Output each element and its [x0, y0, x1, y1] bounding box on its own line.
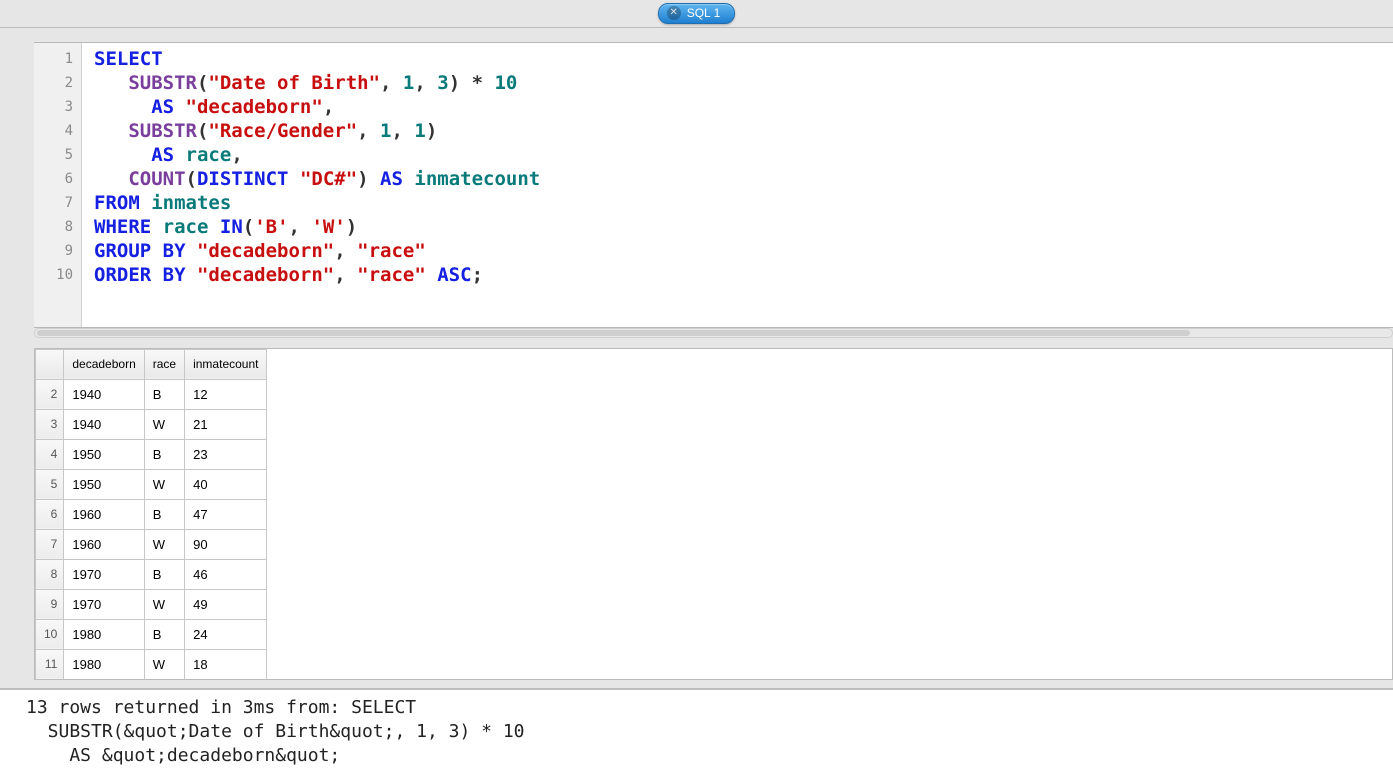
table-row[interactable]: 71960W90 — [36, 529, 267, 559]
cell[interactable]: W — [144, 529, 184, 559]
results-table[interactable]: decadebornraceinmatecount21940B1231940W2… — [35, 349, 267, 680]
line-number: 1 — [34, 47, 73, 71]
cell[interactable]: 24 — [185, 619, 267, 649]
table-row[interactable]: 51950W40 — [36, 469, 267, 499]
tab-sql1[interactable]: ✕ SQL 1 — [658, 3, 736, 24]
row-number-header — [36, 349, 64, 379]
table-row[interactable]: 21940B12 — [36, 379, 267, 409]
code-line: SUBSTR("Date of Birth", 1, 3) * 10 — [94, 71, 1381, 95]
sql-editor-pane: 12345678910 SELECT SUBSTR("Date of Birth… — [0, 42, 1393, 338]
cell[interactable]: W — [144, 649, 184, 679]
row-number: 3 — [36, 409, 64, 439]
cell[interactable]: 1950 — [64, 439, 144, 469]
table-row[interactable]: 91970W49 — [36, 589, 267, 619]
tab-bar: ✕ SQL 1 — [0, 0, 1393, 28]
line-gutter: 12345678910 — [34, 43, 82, 327]
row-number: 7 — [36, 529, 64, 559]
row-number: 10 — [36, 619, 64, 649]
results-pane: decadebornraceinmatecount21940B1231940W2… — [34, 348, 1393, 680]
cell[interactable]: 1940 — [64, 379, 144, 409]
cell[interactable]: 46 — [185, 559, 267, 589]
line-number: 4 — [34, 119, 73, 143]
line-number: 9 — [34, 239, 73, 263]
cell[interactable]: 23 — [185, 439, 267, 469]
line-number: 2 — [34, 71, 73, 95]
code-line: AS "decadeborn", — [94, 95, 1381, 119]
cell[interactable]: 1980 — [64, 649, 144, 679]
code-line: GROUP BY "decadeborn", "race" — [94, 239, 1381, 263]
cell[interactable]: W — [144, 589, 184, 619]
cell[interactable]: 1950 — [64, 469, 144, 499]
table-row[interactable]: 31940W21 — [36, 409, 267, 439]
cell[interactable]: 40 — [185, 469, 267, 499]
cell[interactable]: 12 — [185, 379, 267, 409]
row-number: 2 — [36, 379, 64, 409]
cell[interactable]: 18 — [185, 649, 267, 679]
cell[interactable]: 49 — [185, 589, 267, 619]
cell[interactable]: 1960 — [64, 499, 144, 529]
cell[interactable]: 1980 — [64, 619, 144, 649]
horizontal-scrollbar[interactable] — [34, 328, 1393, 338]
cell[interactable]: 47 — [185, 499, 267, 529]
cell[interactable]: B — [144, 499, 184, 529]
status-output: 13 rows returned in 3ms from: SELECT SUB… — [0, 688, 1393, 768]
cell[interactable]: W — [144, 409, 184, 439]
row-number: 9 — [36, 589, 64, 619]
row-number: 6 — [36, 499, 64, 529]
column-header[interactable]: decadeborn — [64, 349, 144, 379]
table-row[interactable]: 81970B46 — [36, 559, 267, 589]
row-number: 11 — [36, 649, 64, 679]
cell[interactable]: B — [144, 379, 184, 409]
column-header[interactable]: race — [144, 349, 184, 379]
table-row[interactable]: 41950B23 — [36, 439, 267, 469]
table-row[interactable]: 111980W18 — [36, 649, 267, 679]
line-number: 7 — [34, 191, 73, 215]
code-line: SELECT — [94, 47, 1381, 71]
cell[interactable]: B — [144, 619, 184, 649]
code-line: FROM inmates — [94, 191, 1381, 215]
code-line: AS race, — [94, 143, 1381, 167]
code-area[interactable]: SELECT SUBSTR("Date of Birth", 1, 3) * 1… — [82, 43, 1393, 327]
code-line: WHERE race IN('B', 'W') — [94, 215, 1381, 239]
cell[interactable]: 21 — [185, 409, 267, 439]
tab-label: SQL 1 — [687, 6, 721, 20]
row-number: 4 — [36, 439, 64, 469]
table-row[interactable]: 61960B47 — [36, 499, 267, 529]
row-number: 5 — [36, 469, 64, 499]
line-number: 3 — [34, 95, 73, 119]
scrollbar-thumb[interactable] — [37, 330, 1190, 336]
code-line: COUNT(DISTINCT "DC#") AS inmatecount — [94, 167, 1381, 191]
cell[interactable]: 1960 — [64, 529, 144, 559]
line-number: 5 — [34, 143, 73, 167]
line-number: 8 — [34, 215, 73, 239]
line-number: 10 — [34, 263, 73, 287]
table-row[interactable]: 101980B24 — [36, 619, 267, 649]
cell[interactable]: W — [144, 469, 184, 499]
cell[interactable]: B — [144, 559, 184, 589]
code-line: SUBSTR("Race/Gender", 1, 1) — [94, 119, 1381, 143]
cell[interactable]: 90 — [185, 529, 267, 559]
code-line: ORDER BY "decadeborn", "race" ASC; — [94, 263, 1381, 287]
line-number: 6 — [34, 167, 73, 191]
cell[interactable]: 1940 — [64, 409, 144, 439]
column-header[interactable]: inmatecount — [185, 349, 267, 379]
cell[interactable]: B — [144, 439, 184, 469]
close-icon[interactable]: ✕ — [667, 6, 681, 20]
sql-editor[interactable]: 12345678910 SELECT SUBSTR("Date of Birth… — [34, 42, 1393, 328]
row-number: 8 — [36, 559, 64, 589]
cell[interactable]: 1970 — [64, 559, 144, 589]
cell[interactable]: 1970 — [64, 589, 144, 619]
